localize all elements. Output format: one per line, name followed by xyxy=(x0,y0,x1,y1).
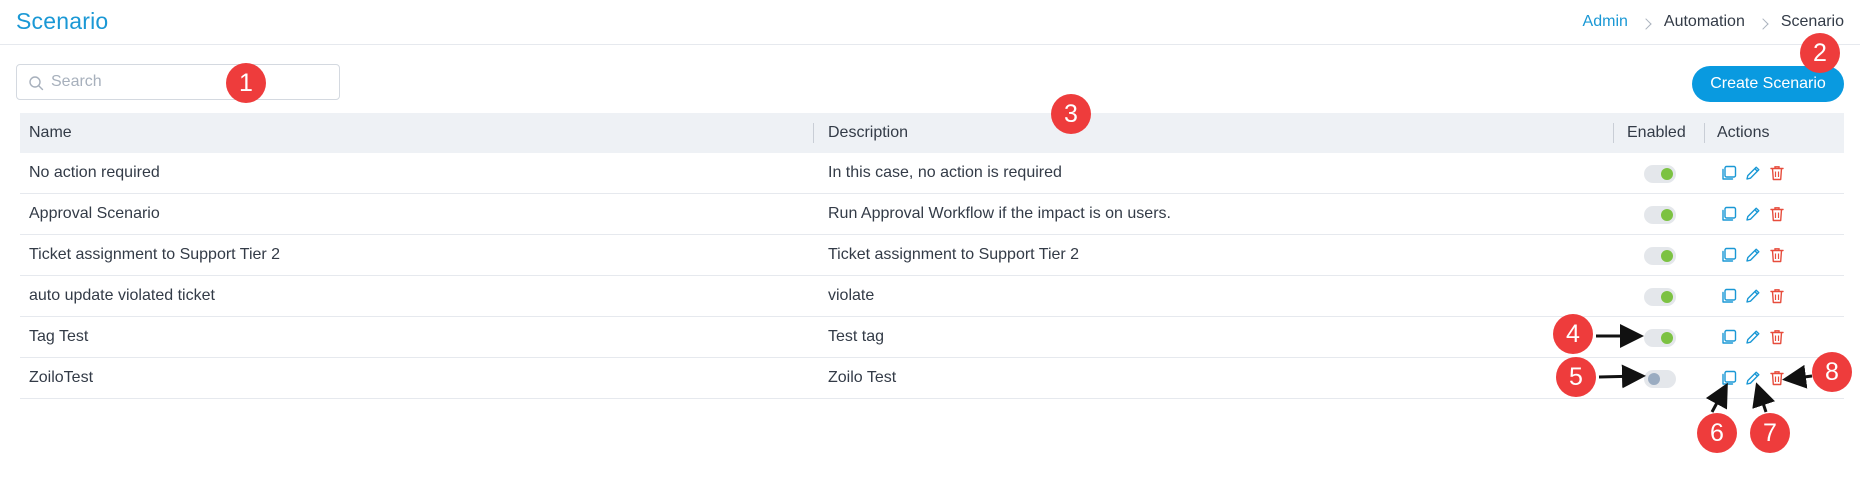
callout-arrows xyxy=(1596,324,1813,413)
callout-arrow xyxy=(1598,364,1646,389)
callout-arrow xyxy=(1752,382,1776,413)
callout-arrow xyxy=(1782,364,1813,389)
callout-arrow xyxy=(1705,382,1728,413)
